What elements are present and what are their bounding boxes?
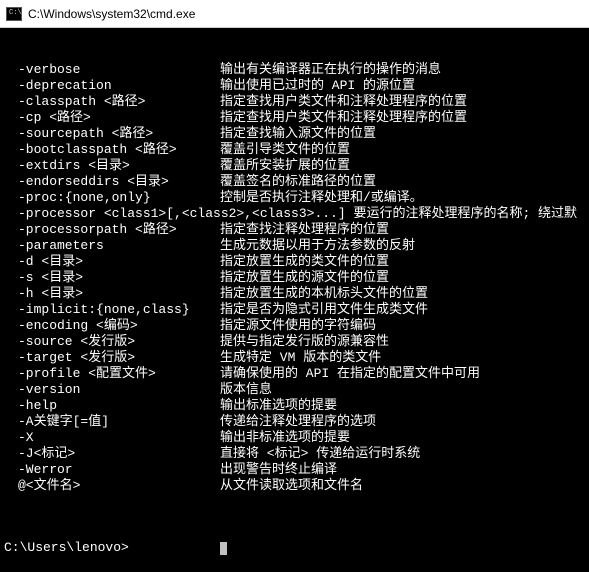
option-desc: 生成元数据以用于方法参数的反射 <box>220 238 415 254</box>
option-line: -deprecation输出使用已过时的 API 的源位置 <box>4 78 589 94</box>
option-desc: 指定查找用户类文件和注释处理程序的位置 <box>220 110 467 126</box>
option-flag: -cp <路径> <box>4 110 220 126</box>
option-desc: 覆盖所安装扩展的位置 <box>220 158 350 174</box>
option-line: -classpath <路径>指定查找用户类文件和注释处理程序的位置 <box>4 94 589 110</box>
option-flag: -version <box>4 382 220 398</box>
window-title: C:\Windows\system32\cmd.exe <box>28 7 195 21</box>
option-flag: -sourcepath <路径> <box>4 126 220 142</box>
option-desc: 指定查找用户类文件和注释处理程序的位置 <box>220 94 467 110</box>
option-flag: -classpath <路径> <box>4 94 220 110</box>
option-line: -source <发行版>提供与指定发行版的源兼容性 <box>4 334 589 350</box>
option-line: -A关键字[=值]传递给注释处理程序的选项 <box>4 414 589 430</box>
option-desc: 生成特定 VM 版本的类文件 <box>220 350 381 366</box>
option-desc: 输出非标准选项的提要 <box>220 430 350 446</box>
option-flag: -implicit:{none,class} <box>4 302 220 318</box>
option-line: -target <发行版>生成特定 VM 版本的类文件 <box>4 350 589 366</box>
option-line: -X输出非标准选项的提要 <box>4 430 589 446</box>
option-line: -h <目录>指定放置生成的本机标头文件的位置 <box>4 286 589 302</box>
option-line: -encoding <编码>指定源文件使用的字符编码 <box>4 318 589 334</box>
option-flag: -encoding <编码> <box>4 318 220 334</box>
option-desc: 指定查找注释处理程序的位置 <box>220 222 389 238</box>
cmd-icon-text: C:\ <box>9 10 22 17</box>
option-desc: 输出有关编译器正在执行的操作的消息 <box>220 62 441 78</box>
option-flag: -Werror <box>4 462 220 478</box>
option-line: -extdirs <目录>覆盖所安装扩展的位置 <box>4 158 589 174</box>
option-flag: -d <目录> <box>4 254 220 270</box>
option-line: -implicit:{none,class}指定是否为隐式引用文件生成类文件 <box>4 302 589 318</box>
option-line: -processorpath <路径>指定查找注释处理程序的位置 <box>4 222 589 238</box>
option-desc: 传递给注释处理程序的选项 <box>220 414 376 430</box>
option-flag: -J<标记> <box>4 446 220 462</box>
option-flag: -s <目录> <box>4 270 220 286</box>
option-flag: -source <发行版> <box>4 334 220 350</box>
cursor <box>220 542 227 555</box>
window-titlebar[interactable]: C:\ C:\Windows\system32\cmd.exe <box>0 0 589 28</box>
option-line: -cp <路径>指定查找用户类文件和注释处理程序的位置 <box>4 110 589 126</box>
option-flag: -profile <配置文件> <box>4 366 220 382</box>
option-line: -profile <配置文件>请确保使用的 API 在指定的配置文件中可用 <box>4 366 589 382</box>
option-desc: 指定放置生成的类文件的位置 <box>220 254 389 270</box>
option-line: -bootclasspath <路径>覆盖引导类文件的位置 <box>4 142 589 158</box>
option-desc: 输出标准选项的提要 <box>220 398 337 414</box>
option-flag: -parameters <box>4 238 220 254</box>
option-flag: -h <目录> <box>4 286 220 302</box>
option-line: -processor <class1>[,<class2>,<class3>..… <box>4 206 589 222</box>
prompt-line[interactable]: C:\Users\lenovo> <box>4 540 589 556</box>
option-desc: 版本信息 <box>220 382 272 398</box>
option-line: -d <目录>指定放置生成的类文件的位置 <box>4 254 589 270</box>
option-line: @<文件名>从文件读取选项和文件名 <box>4 478 589 494</box>
option-desc: 覆盖引导类文件的位置 <box>220 142 350 158</box>
option-line: -Werror出现警告时终止编译 <box>4 462 589 478</box>
option-flag: -processor <class1>[,<class2>,<class3>..… <box>4 206 577 222</box>
option-desc: 输出使用已过时的 API 的源位置 <box>220 78 415 94</box>
option-flag: -X <box>4 430 220 446</box>
option-flag: -bootclasspath <路径> <box>4 142 220 158</box>
option-flag: @<文件名> <box>4 478 220 494</box>
option-line: -s <目录>指定放置生成的源文件的位置 <box>4 270 589 286</box>
option-line: -sourcepath <路径>指定查找输入源文件的位置 <box>4 126 589 142</box>
option-line: -version版本信息 <box>4 382 589 398</box>
option-line: -endorseddirs <目录>覆盖签名的标准路径的位置 <box>4 174 589 190</box>
option-line: -help输出标准选项的提要 <box>4 398 589 414</box>
option-desc: 指定放置生成的本机标头文件的位置 <box>220 286 428 302</box>
option-desc: 提供与指定发行版的源兼容性 <box>220 334 389 350</box>
option-desc: 指定是否为隐式引用文件生成类文件 <box>220 302 428 318</box>
option-flag: -deprecation <box>4 78 220 94</box>
option-flag: -extdirs <目录> <box>4 158 220 174</box>
option-desc: 指定查找输入源文件的位置 <box>220 126 376 142</box>
cmd-icon: C:\ <box>6 7 22 21</box>
prompt-text: C:\Users\lenovo> <box>4 540 220 556</box>
option-desc: 请确保使用的 API 在指定的配置文件中可用 <box>220 366 480 382</box>
option-flag: -endorseddirs <目录> <box>4 174 220 190</box>
option-flag: -proc:{none,only} <box>4 190 220 206</box>
option-line: -parameters生成元数据以用于方法参数的反射 <box>4 238 589 254</box>
option-desc: 控制是否执行注释处理和/或编译。 <box>220 190 423 206</box>
option-desc: 指定源文件使用的字符编码 <box>220 318 376 334</box>
option-flag: -target <发行版> <box>4 350 220 366</box>
option-flag: -help <box>4 398 220 414</box>
option-line: -proc:{none,only}控制是否执行注释处理和/或编译。 <box>4 190 589 206</box>
option-desc: 覆盖签名的标准路径的位置 <box>220 174 376 190</box>
option-desc: 出现警告时终止编译 <box>220 462 337 478</box>
terminal-output: -verbose输出有关编译器正在执行的操作的消息-deprecation输出使… <box>0 28 589 572</box>
option-flag: -A关键字[=值] <box>4 414 220 430</box>
option-line: -J<标记>直接将 <标记> 传递给运行时系统 <box>4 446 589 462</box>
option-line: -verbose输出有关编译器正在执行的操作的消息 <box>4 62 589 78</box>
option-desc: 直接将 <标记> 传递给运行时系统 <box>220 446 420 462</box>
option-desc: 从文件读取选项和文件名 <box>220 478 363 494</box>
option-flag: -processorpath <路径> <box>4 222 220 238</box>
option-flag: -verbose <box>4 62 220 78</box>
options-list: -verbose输出有关编译器正在执行的操作的消息-deprecation输出使… <box>4 62 589 494</box>
option-desc: 指定放置生成的源文件的位置 <box>220 270 389 286</box>
